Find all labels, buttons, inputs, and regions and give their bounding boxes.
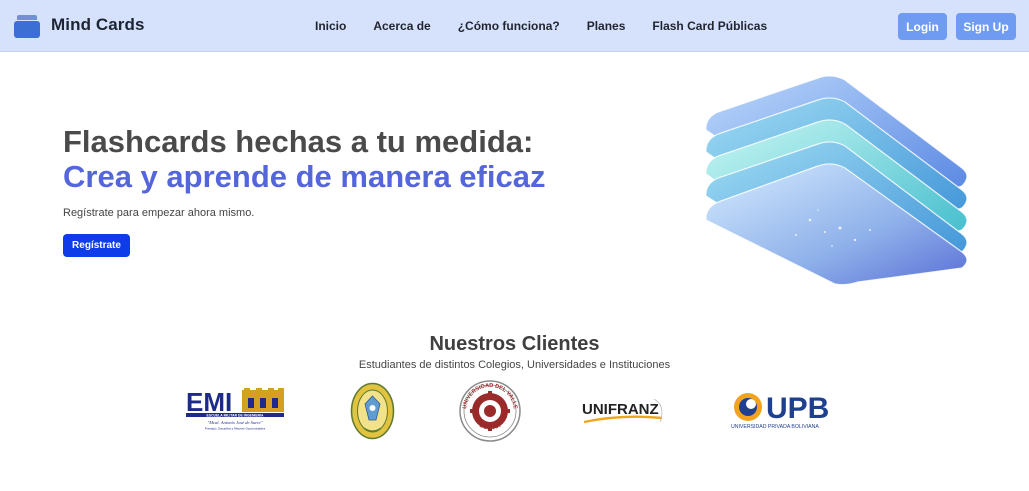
signup-button[interactable]: Sign Up bbox=[956, 13, 1016, 40]
register-button[interactable]: Regístrate bbox=[63, 234, 130, 257]
nav-links: Inicio Acerca de ¿Cómo funciona? Planes … bbox=[315, 0, 794, 52]
upb-wordmark: UPB bbox=[766, 392, 829, 425]
unifranz-logo: UNIFRANZ bbox=[582, 398, 663, 424]
login-button[interactable]: Login bbox=[898, 13, 947, 40]
emi-tagline: ESCUELA MILITAR DE INGENIERIA bbox=[207, 413, 264, 417]
hero-title: Flashcards hechas a tu medida: bbox=[63, 124, 534, 159]
nav-link-acerca[interactable]: Acerca de bbox=[373, 19, 430, 33]
nav-link-como-funciona[interactable]: ¿Cómo funciona? bbox=[458, 19, 560, 33]
svg-text:Prestigio, Disciplina y Mejore: Prestigio, Disciplina y Mejores Oportuni… bbox=[205, 427, 266, 431]
colegio-crest-logo bbox=[350, 382, 395, 440]
clients-subtitle: Estudiantes de distintos Colegios, Unive… bbox=[358, 359, 671, 371]
emi-motto: "Mcal. Antonio José de Sucre" bbox=[207, 420, 262, 425]
emi-logo: EMI ESCUELA MILITAR DE INGENIERIA "Mcal.… bbox=[186, 387, 284, 431]
upb-tagline: UNIVERSIDAD PRIVADA BOLIVIANA bbox=[731, 424, 819, 430]
brand-name: Mind Cards bbox=[51, 15, 145, 34]
nav-link-flashcards-publicas[interactable]: Flash Card Públicas bbox=[652, 19, 767, 33]
brand[interactable]: Mind Cards bbox=[14, 12, 145, 38]
stacked-cards-illustration bbox=[705, 75, 968, 286]
top-navbar: Mind Cards Inicio Acerca de ¿Cómo funcio… bbox=[0, 0, 1029, 52]
unifranz-wordmark: UNIFRANZ bbox=[582, 401, 659, 418]
clients-title: Nuestros Clientes bbox=[429, 333, 600, 355]
cards-stack-icon bbox=[14, 12, 40, 38]
nav-link-planes[interactable]: Planes bbox=[587, 19, 626, 33]
universidad-del-valle-logo: UNIVERSIDAD DEL VALLE BOLIVIA bbox=[459, 380, 521, 442]
hero-title-accent: Crea y aprende de manera eficaz bbox=[63, 159, 546, 194]
upb-logo: UPB UNIVERSIDAD PRIVADA BOLIVIANA bbox=[731, 392, 829, 430]
nav-link-inicio[interactable]: Inicio bbox=[315, 19, 346, 33]
hero-subtitle: Regístrate para empezar ahora mismo. bbox=[63, 207, 255, 219]
